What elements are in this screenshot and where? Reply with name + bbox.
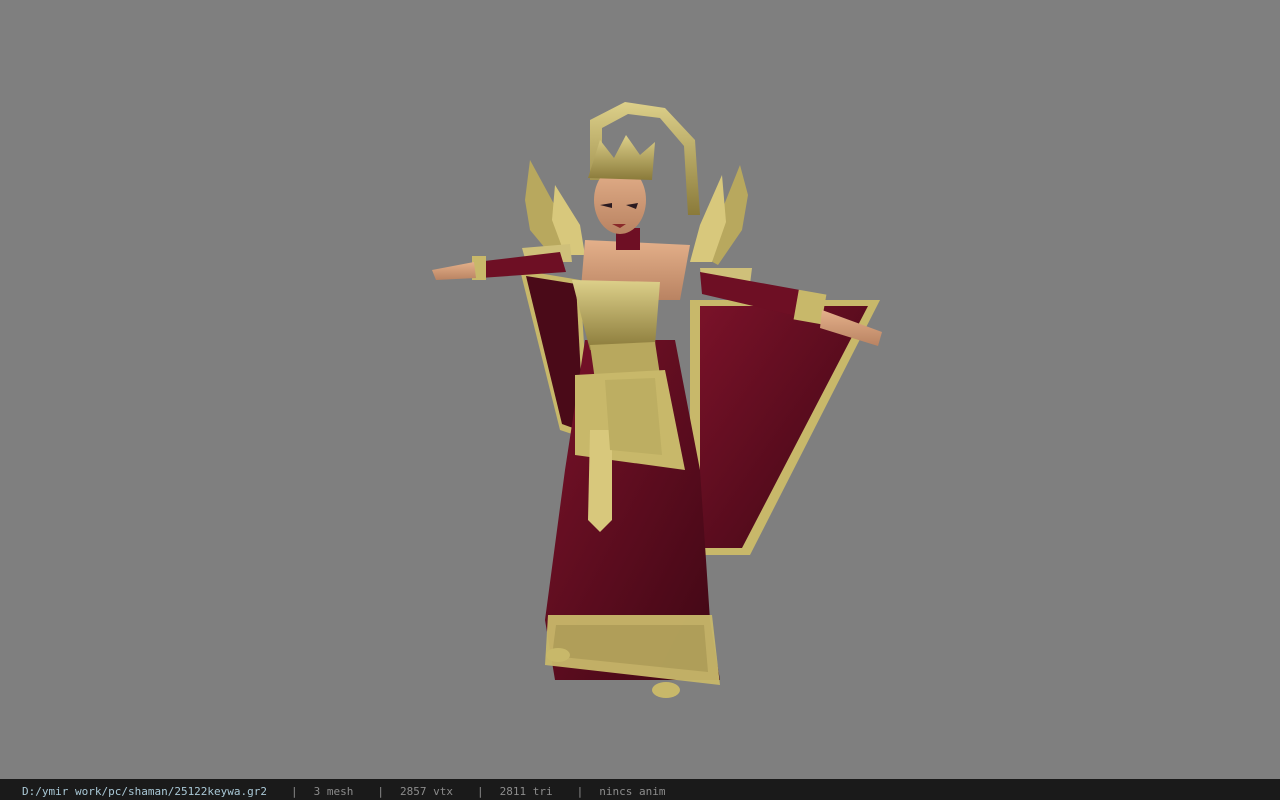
animation-status: nincs anim xyxy=(599,785,666,798)
head xyxy=(588,135,655,234)
triangle-count: 2811 tri xyxy=(499,785,553,798)
vertex-count: 2857 vtx xyxy=(400,785,454,798)
3d-viewport[interactable] xyxy=(0,0,1280,779)
left-wing-ornament xyxy=(522,160,585,262)
separator: | xyxy=(477,785,484,798)
right-wing-ornament xyxy=(690,165,752,286)
mesh-count: 3 mesh xyxy=(313,785,354,798)
separator: | xyxy=(291,785,298,798)
character-model xyxy=(432,102,882,698)
file-path: D:/ymir work/pc/shaman/25122keywa.gr2 xyxy=(22,785,268,798)
status-bar: D:/ymir work/pc/shaman/25122keywa.gr2 | 3 … xyxy=(0,779,1280,800)
separator: | xyxy=(576,785,584,798)
separator: | xyxy=(377,785,385,798)
